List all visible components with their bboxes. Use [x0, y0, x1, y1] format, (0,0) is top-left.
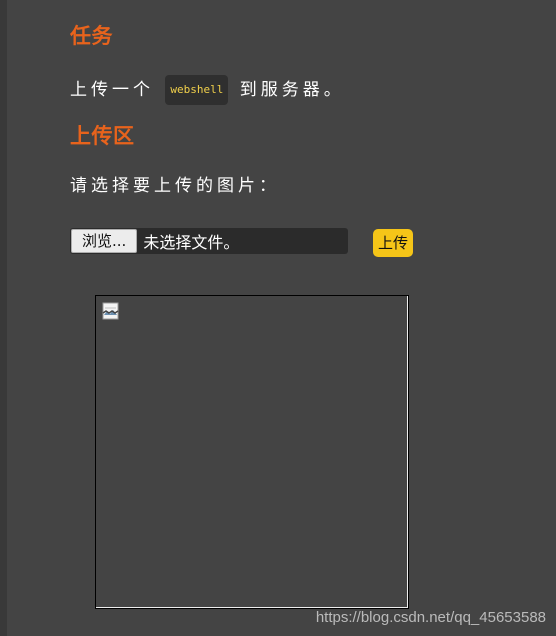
task-heading: 任务 — [70, 24, 113, 48]
image-preview — [95, 295, 409, 609]
webshell-code: webshell — [165, 75, 229, 105]
file-input[interactable]: 浏览... 未选择文件。 — [70, 228, 348, 254]
select-image-prompt: 请选择要上传的图片： — [70, 176, 280, 196]
preview-frame — [96, 296, 408, 608]
upload-button[interactable]: 上传 — [373, 229, 414, 257]
browse-button[interactable]: 浏览... — [71, 229, 138, 253]
broken-image-icon — [102, 302, 119, 320]
left-edge-strip — [0, 0, 7, 636]
task-text-before: 上传一个 — [70, 80, 154, 100]
task-text-after: 到服务器。 — [239, 80, 345, 100]
file-status-text: 未选择文件。 — [143, 233, 240, 252]
task-description: 上传一个 webshell 到服务器。 — [70, 75, 345, 105]
upload-heading: 上传区 — [70, 124, 135, 148]
watermark-url: https://blog.csdn.net/qq_45653588 — [315, 609, 546, 626]
